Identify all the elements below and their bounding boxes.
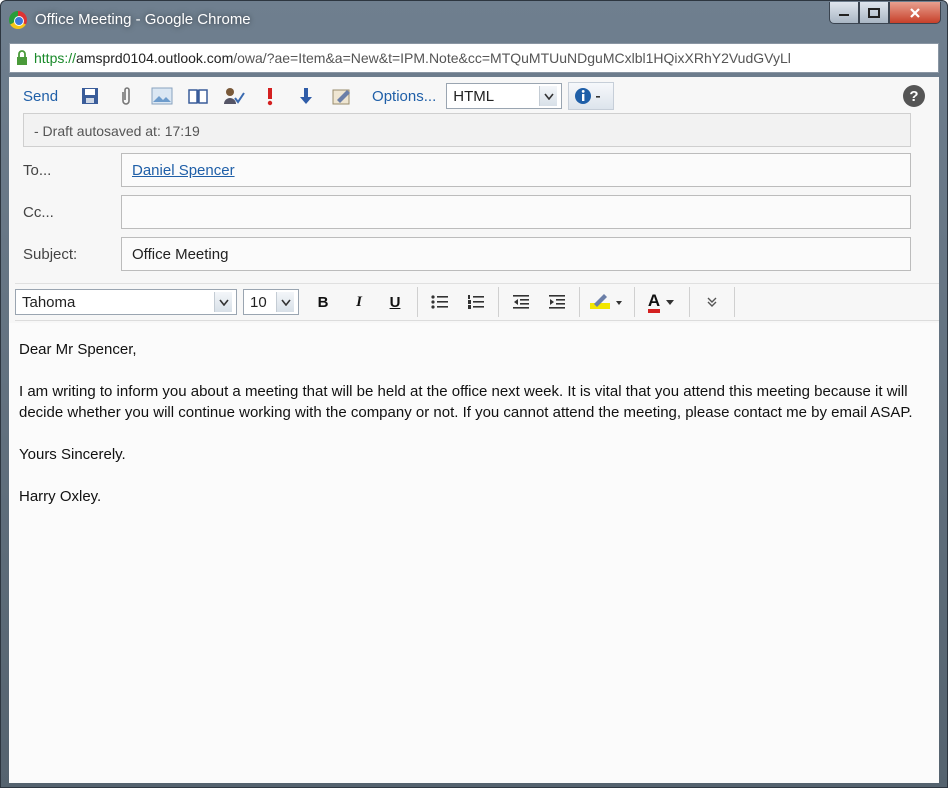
cc-row: Cc... bbox=[23, 195, 911, 229]
url-scheme: https:// bbox=[34, 50, 77, 66]
bulleted-list-icon bbox=[431, 295, 448, 309]
more-formatting-button[interactable] bbox=[694, 288, 730, 316]
cc-button[interactable]: Cc... bbox=[23, 204, 121, 221]
numbered-list-icon bbox=[468, 295, 484, 309]
expand-icon bbox=[707, 297, 717, 307]
url-path: /owa/?ae=Item&a=New&t=IPM.Note&cc=MTQuMT… bbox=[233, 50, 791, 66]
message-body[interactable]: Dear Mr Spencer, I am writing to inform … bbox=[9, 323, 939, 783]
window-controls bbox=[829, 2, 941, 24]
decrease-indent-button[interactable] bbox=[503, 288, 539, 316]
minimize-button[interactable] bbox=[829, 2, 859, 24]
chevron-down-icon bbox=[214, 292, 232, 312]
numbering-button[interactable] bbox=[458, 288, 494, 316]
to-row: To... Daniel Spencer bbox=[23, 153, 911, 187]
bold-button[interactable]: B bbox=[305, 288, 341, 316]
body-closing: Yours Sincerely. bbox=[19, 446, 126, 463]
separator bbox=[417, 287, 418, 317]
body-signature: Harry Oxley. bbox=[19, 488, 102, 505]
info-menu-button[interactable] bbox=[568, 82, 615, 110]
dropdown-arrow-icon bbox=[666, 300, 675, 305]
font-family-select[interactable]: Tahoma bbox=[15, 289, 237, 315]
save-icon[interactable] bbox=[72, 83, 108, 109]
separator bbox=[634, 287, 635, 317]
font-color-glyph: A bbox=[647, 292, 661, 313]
check-names-icon[interactable] bbox=[216, 83, 252, 109]
lock-icon bbox=[10, 44, 34, 72]
close-button[interactable] bbox=[889, 2, 941, 24]
chrome-logo-icon bbox=[9, 11, 27, 29]
formatting-toolbar: Tahoma 10 B I U A bbox=[15, 283, 939, 321]
minimize-icon bbox=[839, 13, 849, 16]
body-paragraph: I am writing to inform you about a meeti… bbox=[19, 383, 913, 421]
chevron-down-icon bbox=[539, 86, 558, 106]
address-bar[interactable]: https://amsprd0104.outlook.com/owa/?ae=I… bbox=[9, 43, 939, 73]
low-importance-icon[interactable] bbox=[288, 83, 324, 109]
underline-button[interactable]: U bbox=[377, 288, 413, 316]
subject-row: Subject: Office Meeting bbox=[23, 237, 911, 271]
maximize-button[interactable] bbox=[859, 2, 889, 24]
compose-toolbar: Send Options... HTML bbox=[9, 81, 939, 111]
high-importance-icon[interactable] bbox=[252, 83, 288, 109]
indent-icon bbox=[549, 295, 565, 309]
send-button[interactable]: Send bbox=[17, 88, 64, 105]
attach-icon[interactable] bbox=[108, 83, 144, 109]
recipient-link[interactable]: Daniel Spencer bbox=[132, 162, 235, 179]
title-bar: Office Meeting - Google Chrome bbox=[1, 1, 947, 41]
info-icon bbox=[575, 88, 601, 104]
increase-indent-button[interactable] bbox=[539, 288, 575, 316]
insert-picture-icon[interactable] bbox=[144, 83, 180, 109]
maximize-icon bbox=[868, 7, 880, 18]
browser-window: Office Meeting - Google Chrome https://a… bbox=[0, 0, 948, 788]
highlighter-icon bbox=[590, 294, 622, 309]
separator bbox=[498, 287, 499, 317]
subject-label: Subject: bbox=[23, 245, 78, 263]
body-greeting: Dear Mr Spencer, bbox=[19, 341, 137, 358]
message-format-select[interactable]: HTML bbox=[446, 83, 563, 109]
draft-status-bar: - Draft autosaved at: 17:19 bbox=[23, 113, 911, 147]
font-size-select[interactable]: 10 bbox=[243, 289, 299, 315]
url-text: https://amsprd0104.outlook.com/owa/?ae=I… bbox=[34, 50, 791, 66]
subject-field[interactable]: Office Meeting bbox=[121, 237, 911, 271]
font-color-button[interactable]: A bbox=[639, 288, 685, 316]
to-field[interactable]: Daniel Spencer bbox=[121, 153, 911, 187]
font-size-value: 10 bbox=[250, 293, 267, 311]
message-format-value: HTML bbox=[453, 87, 495, 105]
url-host: amsprd0104.outlook.com bbox=[76, 50, 234, 66]
address-book-icon[interactable] bbox=[180, 83, 216, 109]
to-button[interactable]: To... bbox=[23, 162, 121, 179]
separator bbox=[689, 287, 690, 317]
italic-button[interactable]: I bbox=[341, 288, 377, 316]
window-title: Office Meeting - Google Chrome bbox=[35, 11, 251, 28]
chevron-down-icon bbox=[276, 292, 294, 312]
outdent-icon bbox=[513, 295, 529, 309]
highlight-button[interactable] bbox=[584, 288, 630, 316]
compose-pane: Send Options... HTML ? - Draft autosaved… bbox=[9, 77, 939, 783]
help-icon[interactable]: ? bbox=[903, 85, 925, 107]
separator bbox=[579, 287, 580, 317]
options-button[interactable]: Options... bbox=[366, 88, 442, 105]
bullets-button[interactable] bbox=[422, 288, 458, 316]
signature-icon[interactable] bbox=[324, 83, 360, 109]
font-family-value: Tahoma bbox=[22, 293, 76, 311]
close-icon bbox=[910, 7, 920, 18]
cc-field[interactable] bbox=[121, 195, 911, 229]
separator bbox=[734, 287, 735, 317]
